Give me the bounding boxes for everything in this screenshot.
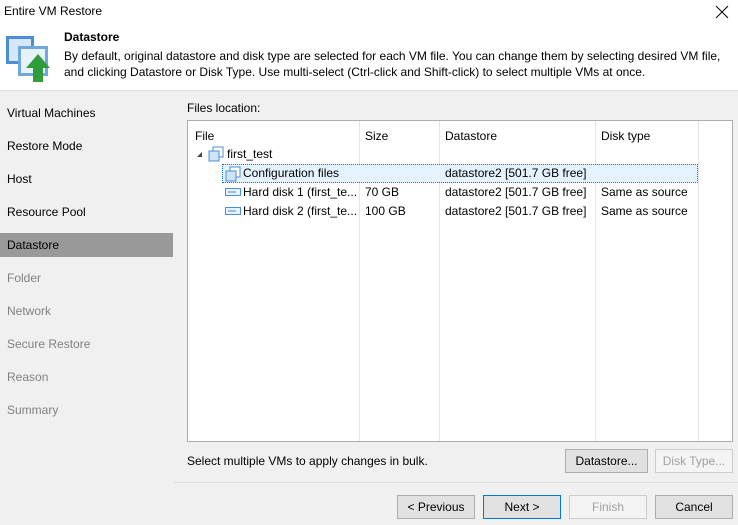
vm-icon <box>208 146 224 162</box>
row-datastore: datastore2 [501.7 GB free] <box>445 166 587 180</box>
row-size: 100 GB <box>365 204 406 218</box>
title-bar: Entire VM Restore <box>0 0 738 24</box>
step-reason: Reason <box>7 370 49 384</box>
step-host[interactable]: Host <box>0 167 173 191</box>
config-files-icon <box>225 166 241 182</box>
row-file-name: Hard disk 1 (first_te... <box>243 185 358 199</box>
step-datastore[interactable]: Datastore <box>0 233 173 257</box>
column-separator <box>698 121 699 441</box>
tree-node-vm[interactable]: first_test <box>196 145 396 164</box>
hard-disk-icon <box>225 188 241 196</box>
step-folder: Folder <box>7 271 42 285</box>
page-title: Datastore <box>64 30 120 44</box>
row-datastore: datastore2 [501.7 GB free] <box>445 185 587 199</box>
step-virtual-machines[interactable]: Virtual Machines <box>0 101 173 125</box>
row-file-name: Hard disk 2 (first_te... <box>243 204 358 218</box>
step-network: Network <box>7 304 52 318</box>
page-description: By default, original datastore and disk … <box>64 49 721 79</box>
next-button[interactable]: Next > <box>483 495 561 519</box>
step-restore-mode[interactable]: Restore Mode <box>0 134 173 158</box>
files-location-label: Files location: <box>187 101 261 115</box>
hard-disk-icon <box>225 207 241 215</box>
step-resource-pool[interactable]: Resource Pool <box>0 200 173 224</box>
vm-name: first_test <box>227 147 273 161</box>
previous-button[interactable]: < Previous <box>397 495 475 519</box>
row-disk-type: Same as source <box>601 204 688 218</box>
disk-type-button[interactable]: Disk Type... <box>655 449 733 473</box>
column-header-disk-type[interactable]: Disk type <box>601 124 650 148</box>
step-secure-restore: Secure Restore <box>7 337 91 351</box>
row-disk-type: Same as source <box>601 185 688 199</box>
finish-button[interactable]: Finish <box>569 495 647 519</box>
row-size: 70 GB <box>365 185 400 199</box>
step-summary: Summary <box>7 403 59 417</box>
row-file-name: Configuration files <box>243 166 340 180</box>
cancel-button[interactable]: Cancel <box>655 495 733 519</box>
column-header-datastore[interactable]: Datastore <box>445 124 497 148</box>
window-title: Entire VM Restore <box>4 4 103 18</box>
vm-restore-icon <box>6 36 50 82</box>
close-button[interactable] <box>710 0 734 24</box>
bulk-hint: Select multiple VMs to apply changes in … <box>187 454 428 468</box>
datastore-button[interactable]: Datastore... <box>565 449 648 473</box>
close-icon <box>715 5 729 19</box>
wizard-header: Datastore By default, original datastore… <box>0 24 738 90</box>
wizard-steps: Virtual Machines Restore Mode Host Resou… <box>0 90 174 525</box>
files-grid[interactable]: File Size Datastore Disk type first_test… <box>187 120 733 442</box>
collapse-triangle-icon[interactable] <box>196 151 203 158</box>
row-datastore: datastore2 [501.7 GB free] <box>445 204 587 218</box>
